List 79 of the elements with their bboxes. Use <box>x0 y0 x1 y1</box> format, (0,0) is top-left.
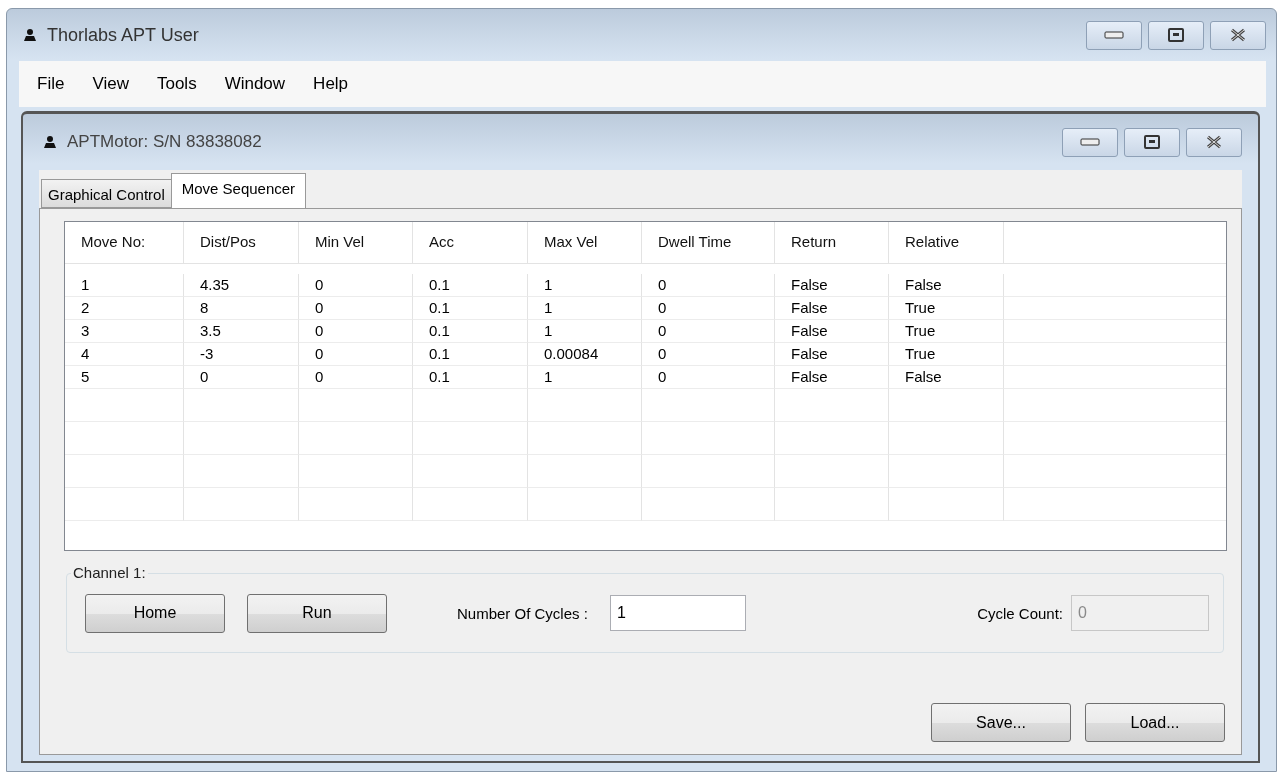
table-cell: False <box>775 297 889 320</box>
table-cell: 1 <box>528 320 642 343</box>
table-cell: 0 <box>184 366 299 389</box>
table-cell: 0.1 <box>413 366 528 389</box>
dialog-button[interactable]: Save... <box>931 703 1071 742</box>
table-cell: 0.1 <box>413 343 528 366</box>
table-cell: True <box>889 343 1004 366</box>
input-field[interactable]: 1 <box>609 595 746 631</box>
window-title: APTMotor: S/N 83838082 <box>67 132 263 152</box>
table-cell: 0 <box>299 297 413 320</box>
table-cell: 0 <box>642 343 775 366</box>
table-cell: 0 <box>299 343 413 366</box>
table-cell: 0 <box>299 274 413 297</box>
table-cell: -3 <box>184 343 299 366</box>
tab[interactable]: Move Sequencer <box>170 173 307 208</box>
group-title: Channel 1: <box>71 564 148 581</box>
table-cell: False <box>889 366 1004 389</box>
table-cell: False <box>775 274 889 297</box>
close-icon <box>1229 28 1247 42</box>
table-cell: True <box>889 297 1004 320</box>
field-label: Cycle Count: <box>977 604 1063 622</box>
column-header[interactable]: Return <box>775 222 889 264</box>
table-cell: 8 <box>184 297 299 320</box>
menu-item[interactable]: Window <box>210 70 300 98</box>
column-header[interactable]: Min Vel <box>299 222 413 264</box>
maximize-button[interactable] <box>1124 127 1180 157</box>
table-cell: 0 <box>642 320 775 343</box>
table-cell: 0.1 <box>413 320 528 343</box>
app-icon <box>43 135 57 149</box>
close-icon <box>1205 135 1223 149</box>
table-cell: 0 <box>642 274 775 297</box>
column-header[interactable]: Dist/Pos <box>184 222 299 264</box>
table-cell: 0.1 <box>413 297 528 320</box>
window-title: Thorlabs APT User <box>47 24 200 46</box>
dialog-button[interactable]: Load... <box>1085 703 1225 742</box>
table-cell: 0.00084 <box>528 343 642 366</box>
close-button[interactable] <box>1186 127 1242 157</box>
table-cell: 5 <box>65 366 184 389</box>
column-header[interactable]: Acc <box>413 222 528 264</box>
column-header[interactable]: Max Vel <box>528 222 642 264</box>
table-cell: 3.5 <box>184 320 299 343</box>
table-cell: 3 <box>65 320 184 343</box>
minimize-icon <box>1080 138 1100 146</box>
table-cell: 1 <box>528 366 642 389</box>
table-cell: 4 <box>65 343 184 366</box>
action-button[interactable]: Run <box>247 593 387 633</box>
table-cell: False <box>775 320 889 343</box>
table-cell: 0 <box>642 366 775 389</box>
menu-item[interactable]: Help <box>299 70 363 98</box>
table-cell: 2 <box>65 297 184 320</box>
action-button[interactable]: Home <box>85 593 225 633</box>
table-cell: False <box>775 343 889 366</box>
table-cell: 0 <box>642 297 775 320</box>
column-header[interactable]: Move No: <box>65 222 184 264</box>
field-label: Number Of Cycles : <box>457 604 588 622</box>
menu-item[interactable]: Tools <box>142 70 211 98</box>
menu-item[interactable]: View <box>78 70 143 98</box>
table-cell: 0 <box>299 320 413 343</box>
tab[interactable]: Graphical Control <box>41 179 172 208</box>
table-cell: 1 <box>528 274 642 297</box>
app-icon <box>23 28 37 42</box>
table-cell: 0 <box>299 366 413 389</box>
table-cell: True <box>889 320 1004 343</box>
column-header[interactable]: Relative <box>889 222 1004 264</box>
menu-item[interactable]: File <box>23 70 79 98</box>
maximize-icon <box>1144 135 1160 149</box>
table-cell: False <box>775 366 889 389</box>
column-header[interactable]: Dwell Time <box>642 222 775 264</box>
maximize-icon <box>1168 28 1184 42</box>
table-cell: 1 <box>528 297 642 320</box>
table-cell: 1 <box>65 274 184 297</box>
maximize-button[interactable] <box>1148 20 1204 50</box>
minimize-icon <box>1104 31 1124 39</box>
table-cell: False <box>889 274 1004 297</box>
minimize-button[interactable] <box>1086 20 1142 50</box>
minimize-button[interactable] <box>1062 127 1118 157</box>
close-button[interactable] <box>1210 20 1266 50</box>
table-cell: 0.1 <box>413 274 528 297</box>
table-cell: 4.35 <box>184 274 299 297</box>
